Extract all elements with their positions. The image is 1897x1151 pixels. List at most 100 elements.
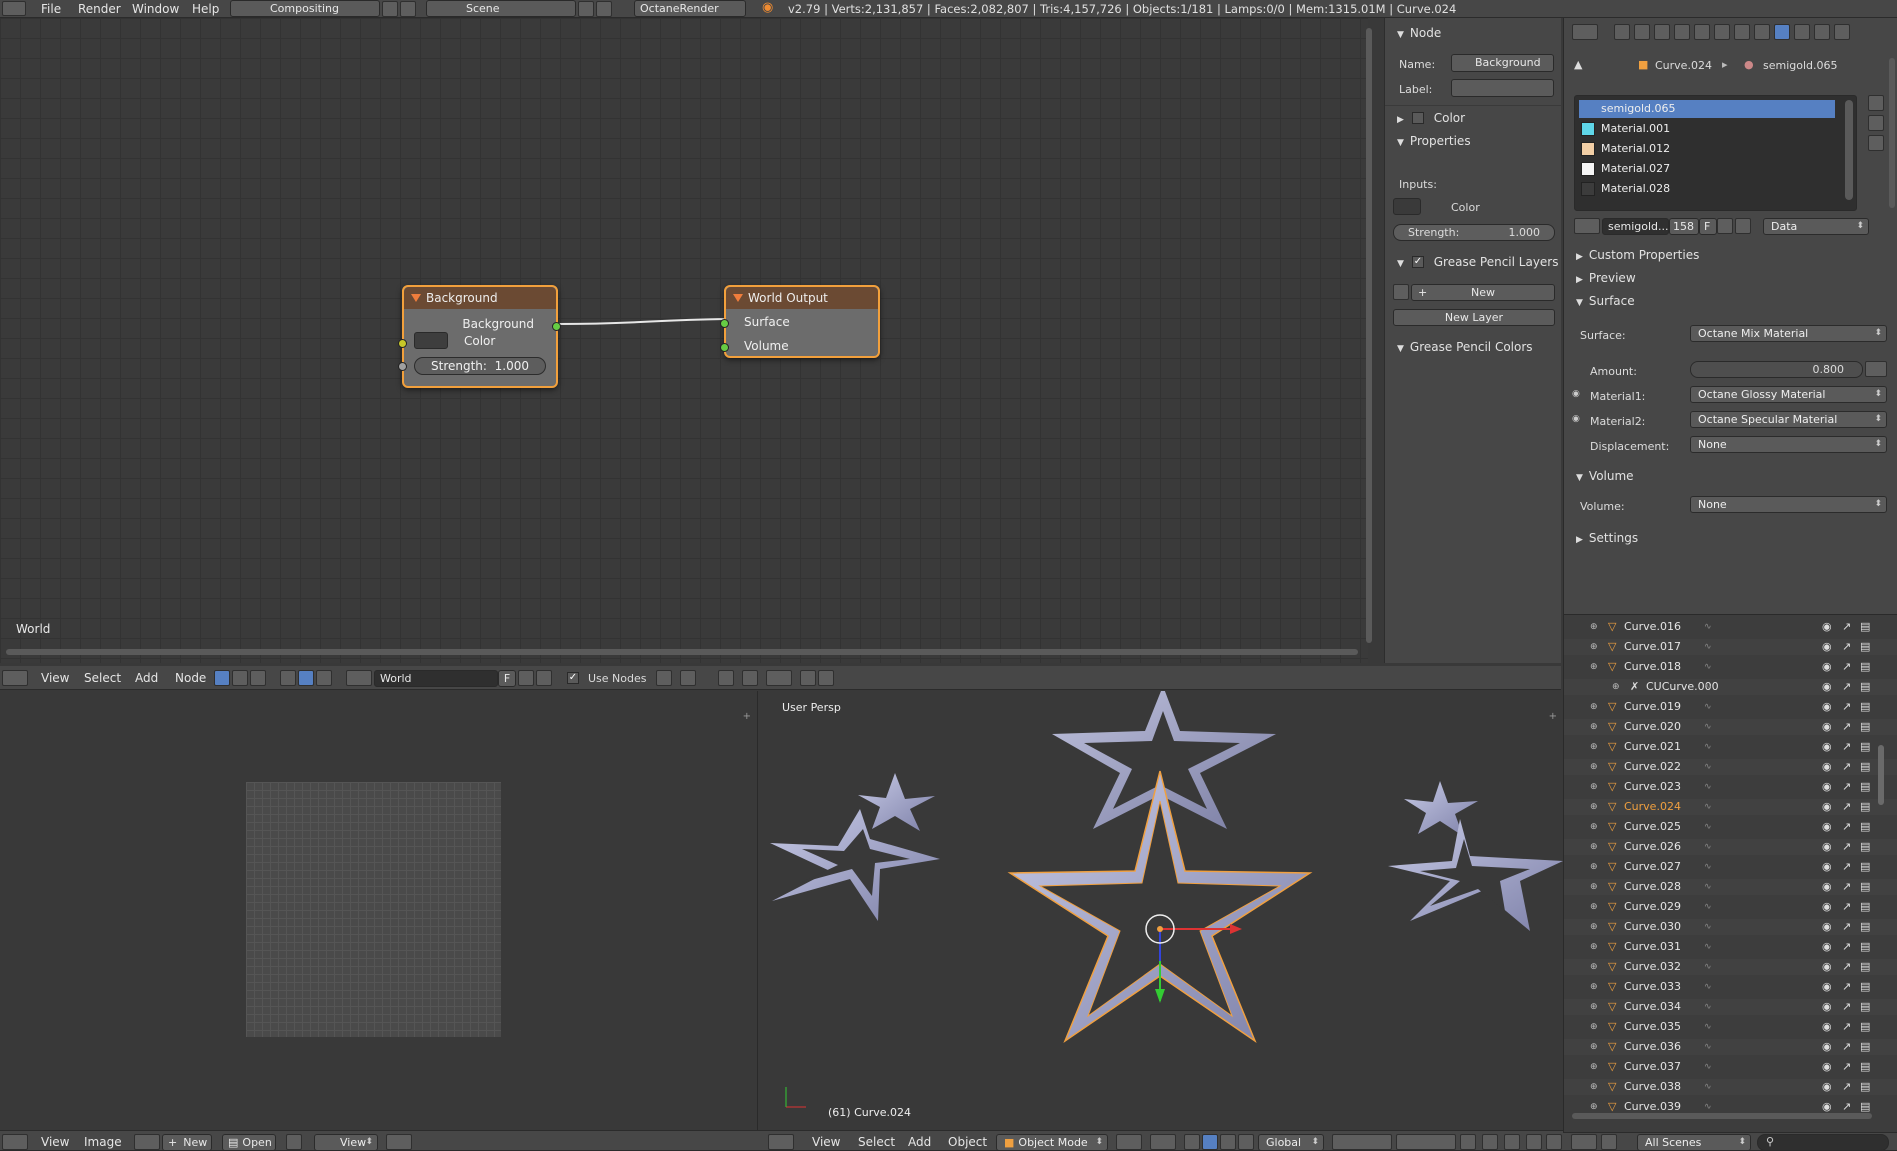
select-arrow-icon[interactable]: ↗ (1842, 1079, 1851, 1095)
visibility-eye-icon[interactable]: ◉ (1822, 1079, 1832, 1095)
surface-input-socket[interactable] (720, 319, 729, 328)
outliner-row[interactable]: ⊕ ▽ Curve.035 ∿ ◉ ↗ ▤ (1564, 1019, 1897, 1035)
image-browse-icon[interactable] (134, 1134, 160, 1150)
visibility-eye-icon[interactable]: ◉ (1822, 1059, 1832, 1075)
material-slot-item[interactable]: Material.001 (1579, 120, 1835, 138)
image-new-button[interactable]: + New (162, 1134, 212, 1151)
select-arrow-icon[interactable]: ↗ (1842, 799, 1851, 815)
render-layers-tab-icon[interactable] (1634, 24, 1650, 40)
surface-panel[interactable]: Surface (1564, 290, 1897, 312)
render-camera-icon[interactable]: ▤ (1860, 639, 1870, 655)
settings-panel[interactable]: Settings (1564, 527, 1897, 549)
layers-grid-2-icon[interactable] (1396, 1134, 1456, 1150)
outliner-row[interactable]: ⊕ ▽ Curve.032 ∿ ◉ ↗ ▤ (1564, 959, 1897, 975)
slot-specials-icon[interactable] (1868, 135, 1884, 151)
outliner-row[interactable]: ⊕ ▽ Curve.023 ∿ ◉ ↗ ▤ (1564, 779, 1897, 795)
expand-icon[interactable]: ⊕ (1590, 1039, 1598, 1055)
outliner-row[interactable]: ⊕ ▽ Curve.017 ∿ ◉ ↗ ▤ (1564, 639, 1897, 655)
expand-icon[interactable]: ⊕ (1590, 859, 1598, 875)
gp-layers-checkbox[interactable]: ✓ (1412, 256, 1424, 268)
image-menu-view[interactable]: View (41, 1135, 69, 1149)
render-camera-icon[interactable]: ▤ (1860, 699, 1870, 715)
menu-window[interactable]: Window (132, 2, 179, 16)
outliner-row[interactable]: ⊕ ▽ Curve.033 ∿ ◉ ↗ ▤ (1564, 979, 1897, 995)
visibility-eye-icon[interactable]: ◉ (1822, 619, 1832, 635)
list-scrollbar[interactable] (1845, 100, 1853, 200)
select-arrow-icon[interactable]: ↗ (1842, 739, 1851, 755)
gp-new-button[interactable]: + New (1411, 284, 1555, 301)
outliner-row[interactable]: ⊕ ▽ Curve.026 ∿ ◉ ↗ ▤ (1564, 839, 1897, 855)
world-output-header[interactable]: World Output (726, 287, 878, 309)
expand-icon[interactable]: ⊕ (1590, 899, 1598, 915)
expand-icon[interactable]: ⊕ (1590, 639, 1598, 655)
data-tab-icon[interactable] (1754, 24, 1770, 40)
material-name-field[interactable]: semigold.... (1602, 218, 1669, 235)
material-users-field[interactable]: 158 (1669, 218, 1699, 235)
shading-mode-icon[interactable] (1116, 1134, 1142, 1150)
background-node[interactable]: Background Background Color Strength: 1.… (398, 285, 561, 388)
render-camera-icon[interactable]: ▤ (1860, 659, 1870, 675)
color-swatch[interactable] (414, 332, 448, 349)
use-nodes-checkbox[interactable]: ✓ (567, 672, 579, 684)
color-toggle-checkbox[interactable] (1412, 112, 1424, 124)
outliner-menu-icon[interactable] (1601, 1134, 1617, 1150)
outliner-scrollbar[interactable] (1878, 745, 1884, 805)
amount-slider[interactable]: 0.800 (1690, 361, 1863, 378)
surface-dropdown[interactable]: Octane Mix Material (1690, 325, 1887, 342)
link-dropdown[interactable]: Data (1763, 218, 1869, 235)
expand-icon[interactable]: ⊕ (1590, 659, 1598, 675)
pin-icon[interactable]: ▲ (1574, 58, 1582, 71)
select-arrow-icon[interactable]: ↗ (1842, 959, 1851, 975)
node-editor-canvas[interactable]: Background Background Color Strength: 1.… (0, 18, 1372, 663)
properties-scrollbar[interactable] (1889, 58, 1895, 208)
snap-element-icon[interactable] (742, 670, 758, 686)
paste-icon[interactable] (818, 670, 834, 686)
render-camera-icon[interactable]: ▤ (1860, 1059, 1870, 1075)
select-arrow-icon[interactable]: ↗ (1842, 779, 1851, 795)
render-camera-icon[interactable]: ▤ (1860, 1079, 1870, 1095)
scene-selector[interactable]: Scene (426, 0, 576, 17)
select-arrow-icon[interactable]: ↗ (1842, 999, 1851, 1015)
object-tab-icon[interactable] (1694, 24, 1710, 40)
viewport-menu-select[interactable]: Select (858, 1135, 895, 1149)
outliner-row[interactable]: ⊕ ▽ Curve.038 ∿ ◉ ↗ ▤ (1564, 1079, 1897, 1095)
render-camera-icon[interactable]: ▤ (1860, 619, 1870, 635)
visibility-eye-icon[interactable]: ◉ (1822, 879, 1832, 895)
compositor-type-icon[interactable] (250, 670, 266, 686)
select-arrow-icon[interactable]: ↗ (1842, 659, 1851, 675)
expand-icon[interactable]: ⊕ (1590, 879, 1598, 895)
node-menu-node[interactable]: Node (175, 671, 206, 685)
outliner-row[interactable]: ⊕ ▽ Curve.018 ∿ ◉ ↗ ▤ (1564, 659, 1897, 675)
displacement-dropdown[interactable]: None (1690, 436, 1887, 453)
render-camera-icon[interactable]: ▤ (1860, 779, 1870, 795)
material-slot-item[interactable]: Material.012 (1579, 140, 1835, 158)
manipulator-toggle-icon[interactable] (1184, 1134, 1200, 1150)
visibility-eye-icon[interactable]: ◉ (1822, 639, 1832, 655)
select-arrow-icon[interactable]: ↗ (1842, 919, 1851, 935)
outliner-type-icon[interactable] (1571, 1134, 1597, 1150)
info-editor-icon[interactable] (2, 1, 26, 16)
render-camera-icon[interactable]: ▤ (1860, 739, 1870, 755)
custom-properties-panel[interactable]: Custom Properties (1564, 244, 1897, 266)
expand-icon[interactable]: ⊕ (1590, 959, 1598, 975)
expand-icon[interactable]: ⊕ (1590, 999, 1598, 1015)
render-camera-icon[interactable]: ▤ (1860, 979, 1870, 995)
pivot-point-icon[interactable] (1150, 1134, 1176, 1150)
display-mode-dropdown[interactable]: All Scenes (1637, 1134, 1751, 1151)
visibility-eye-icon[interactable]: ◉ (1822, 1039, 1832, 1055)
render-camera-icon[interactable]: ▤ (1860, 819, 1870, 835)
outliner-row[interactable]: ⊕ ▽ Curve.037 ∿ ◉ ↗ ▤ (1564, 1059, 1897, 1075)
outliner-row[interactable]: ⊕ ▽ Curve.020 ∿ ◉ ↗ ▤ (1564, 719, 1897, 735)
render-camera-icon[interactable]: ▤ (1860, 839, 1870, 855)
outliner-row[interactable]: ⊕ ▽ Curve.031 ∿ ◉ ↗ ▤ (1564, 939, 1897, 955)
fake-user-button[interactable]: F (498, 670, 516, 687)
material-fake-user-button[interactable]: F (1699, 218, 1717, 235)
remove-layout-icon[interactable] (400, 1, 416, 17)
editor-type-icon[interactable] (2, 670, 28, 686)
expand-icon[interactable]: ⊕ (1590, 1019, 1598, 1035)
material2-dropdown[interactable]: Octane Specular Material (1690, 411, 1887, 428)
render-anim-icon[interactable] (1546, 1134, 1562, 1150)
modifiers-tab-icon[interactable] (1734, 24, 1750, 40)
gp-colors-panel-header[interactable]: Grease Pencil Colors (1385, 336, 1561, 358)
image-open-button[interactable]: ▤ Open (222, 1134, 276, 1151)
